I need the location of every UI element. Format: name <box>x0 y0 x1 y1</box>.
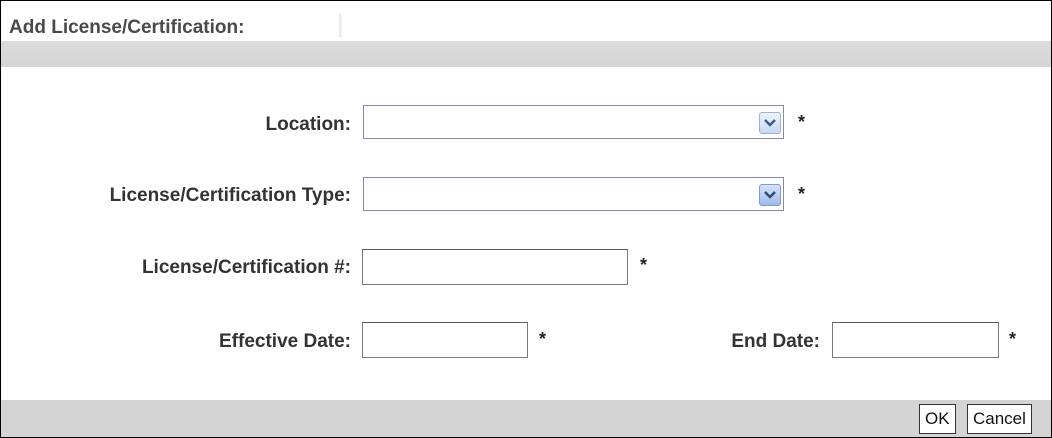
license-type-dropdown-button[interactable] <box>759 184 781 206</box>
chevron-down-icon <box>764 119 776 127</box>
location-label: Location: <box>265 114 352 135</box>
ok-button[interactable]: OK <box>919 404 956 434</box>
end-date-required-mark: * <box>1009 329 1017 349</box>
title-divider <box>339 13 343 37</box>
add-license-dialog: Add License/Certification: Location: * L… <box>0 0 1052 438</box>
license-type-required-mark: * <box>798 184 806 204</box>
chevron-down-icon <box>764 191 776 199</box>
dialog-header: Add License/Certification: <box>1 1 1051 67</box>
effective-date-required-mark: * <box>539 329 547 349</box>
location-dropdown-button[interactable] <box>759 112 781 134</box>
license-type-select[interactable] <box>363 177 784 211</box>
dialog-footer: OK Cancel <box>1 400 1051 437</box>
license-number-input[interactable] <box>362 249 628 285</box>
location-required-mark: * <box>798 112 806 132</box>
end-date-label: End Date: <box>731 331 820 352</box>
effective-date-label: Effective Date: <box>219 331 351 352</box>
license-number-required-mark: * <box>640 255 648 275</box>
location-select[interactable] <box>363 105 784 139</box>
license-number-label: License/Certification #: <box>141 257 351 278</box>
dialog-title: Add License/Certification: <box>9 17 245 38</box>
license-type-label: License/Certification Type: <box>109 185 351 206</box>
end-date-input[interactable] <box>832 322 999 358</box>
effective-date-input[interactable] <box>362 322 528 358</box>
cancel-button[interactable]: Cancel <box>967 404 1032 434</box>
